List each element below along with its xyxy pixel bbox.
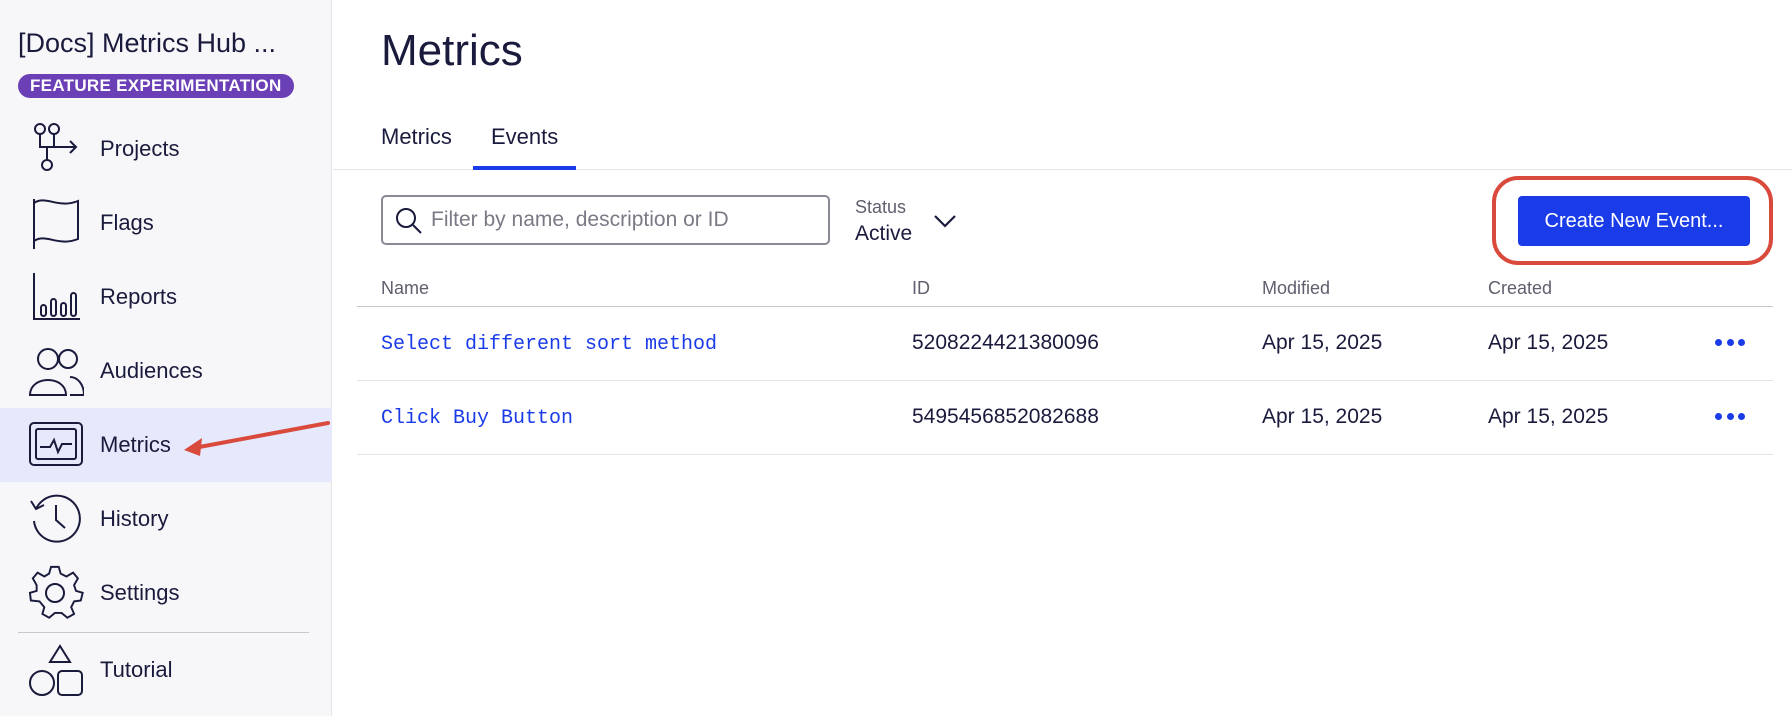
column-header-id[interactable]: ID — [912, 278, 930, 299]
event-id: 5208224421380096 — [912, 331, 1099, 354]
event-created: Apr 15, 2025 — [1488, 331, 1609, 354]
sidebar-item-label: Audiences — [100, 358, 203, 383]
projects-icon — [28, 121, 84, 177]
sidebar-item-settings[interactable]: Settings — [0, 556, 332, 630]
status-filter-label: Status — [855, 197, 907, 217]
sidebar-item-label: Settings — [100, 580, 180, 605]
event-id: 5495456852082688 — [912, 405, 1099, 428]
sidebar-item-audiences[interactable]: Audiences — [0, 334, 332, 408]
tab-metrics[interactable]: Metrics — [381, 124, 452, 150]
table-row: Click Buy Button 5495456852082688 Apr 15… — [357, 381, 1773, 455]
event-created: Apr 15, 2025 — [1488, 405, 1609, 428]
tab-events[interactable]: Events — [491, 124, 558, 150]
flag-icon — [28, 195, 84, 251]
sidebar-item-label: Metrics — [100, 432, 171, 457]
gear-icon — [28, 565, 84, 621]
search-field[interactable] — [381, 195, 830, 245]
column-header-name[interactable]: Name — [381, 278, 429, 299]
history-icon — [28, 491, 84, 547]
metrics-icon — [28, 417, 84, 473]
table-row: Select different sort method 52082244213… — [357, 307, 1773, 381]
project-title[interactable]: [Docs] Metrics Hub ... — [18, 28, 276, 59]
sidebar-item-tutorial[interactable]: Tutorial — [0, 633, 332, 707]
create-new-event-button[interactable]: Create New Event... — [1518, 196, 1750, 246]
event-modified: Apr 15, 2025 — [1262, 405, 1383, 428]
tab-bar: Metrics Events — [333, 0, 1792, 170]
chevron-down-icon[interactable] — [932, 212, 958, 230]
product-badge: FEATURE EXPERIMENTATION — [18, 74, 294, 98]
event-modified: Apr 15, 2025 — [1262, 331, 1383, 354]
sidebar-item-label: History — [100, 506, 169, 531]
shapes-icon — [28, 642, 84, 698]
column-header-modified[interactable]: Modified — [1262, 278, 1330, 299]
active-tab-indicator — [473, 166, 576, 170]
annotation-arrow — [184, 421, 330, 456]
search-input[interactable] — [431, 205, 821, 235]
sidebar-item-label: Projects — [100, 136, 180, 161]
more-options-icon[interactable] — [1715, 413, 1745, 423]
sidebar-item-label: Tutorial — [100, 657, 173, 682]
event-name-link[interactable]: Select different sort method — [381, 333, 717, 356]
sidebar-item-label: Flags — [100, 210, 154, 235]
sidebar-item-reports[interactable]: Reports — [0, 260, 332, 334]
sidebar-item-label: Reports — [100, 284, 178, 309]
search-icon — [396, 208, 422, 234]
reports-icon — [28, 269, 84, 325]
more-options-icon[interactable] — [1715, 339, 1745, 349]
sidebar-item-flags[interactable]: Flags — [0, 186, 332, 260]
sidebar: [Docs] Metrics Hub ... FEATURE EXPERIMEN… — [0, 0, 332, 716]
status-filter-value[interactable]: Active — [855, 222, 912, 246]
column-header-created[interactable]: Created — [1488, 278, 1552, 299]
audiences-icon — [28, 343, 84, 399]
sidebar-item-projects[interactable]: Projects — [0, 112, 332, 186]
event-name-link[interactable]: Click Buy Button — [381, 407, 573, 430]
sidebar-item-history[interactable]: History — [0, 482, 332, 556]
